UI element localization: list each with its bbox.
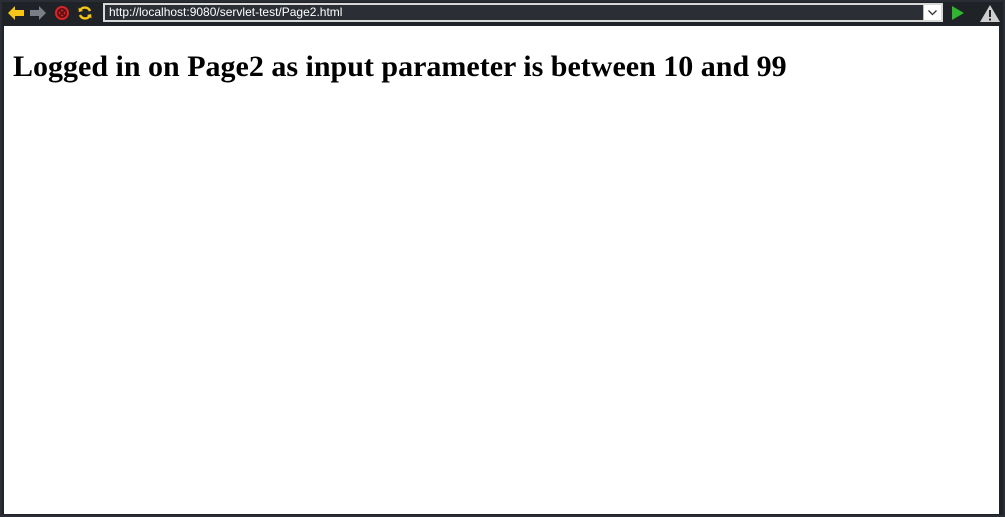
stop-button[interactable]	[53, 4, 71, 22]
reload-button[interactable]	[76, 4, 94, 22]
warning-icon	[980, 4, 1000, 22]
page-heading: Logged in on Page2 as input parameter is…	[13, 50, 787, 83]
arrow-right-icon	[30, 6, 46, 20]
browser-window: Logged in on Page2 as input parameter is…	[0, 0, 1005, 517]
address-bar	[103, 3, 943, 22]
reload-icon	[78, 6, 92, 20]
stop-icon	[55, 6, 69, 20]
browser-toolbar	[2, 2, 1003, 24]
back-button[interactable]	[7, 4, 25, 22]
chevron-down-icon	[928, 9, 937, 15]
url-dropdown-button[interactable]	[923, 5, 941, 20]
arrow-left-icon	[8, 6, 24, 20]
play-icon	[952, 6, 964, 20]
url-input[interactable]	[105, 5, 923, 20]
go-button[interactable]	[949, 4, 967, 22]
page-content: Logged in on Page2 as input parameter is…	[4, 26, 999, 514]
warning-button[interactable]	[979, 4, 1001, 22]
forward-button[interactable]	[29, 4, 47, 22]
